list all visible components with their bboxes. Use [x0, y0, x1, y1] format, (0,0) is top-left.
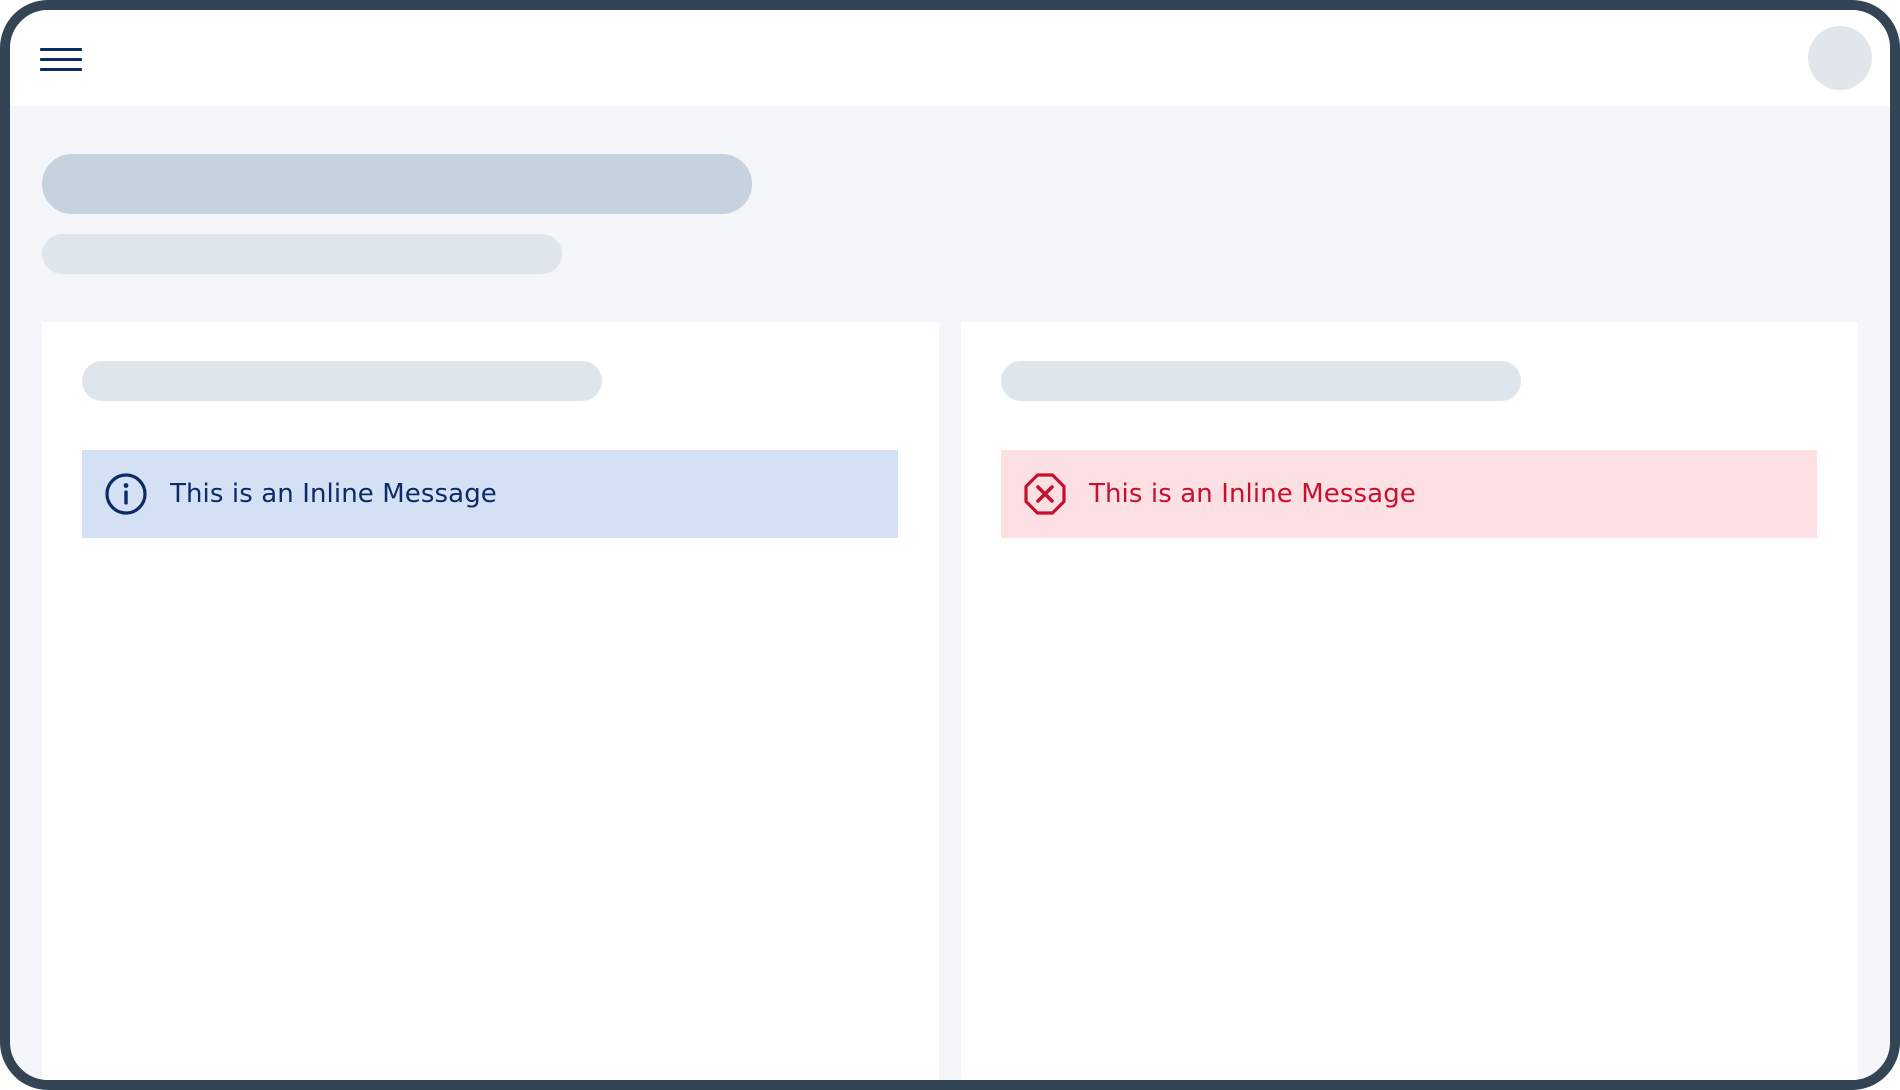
page-subtitle-skeleton [42, 234, 562, 274]
card-title-skeleton [82, 361, 602, 401]
avatar[interactable] [1808, 26, 1872, 90]
inline-message-error: This is an Inline Message [1001, 450, 1817, 538]
content-card-info: This is an Inline Message [42, 322, 939, 1080]
content-card-error: This is an Inline Message [961, 322, 1858, 1080]
card-title-skeleton [1001, 361, 1521, 401]
info-circle-icon [105, 473, 147, 515]
page-title-skeleton [42, 154, 752, 214]
top-app-bar [10, 10, 1890, 106]
inline-message-text: This is an Inline Message [170, 479, 497, 509]
hamburger-menu-icon[interactable] [40, 46, 82, 74]
inline-message-info: This is an Inline Message [82, 450, 898, 538]
error-octagon-icon [1024, 473, 1066, 515]
device-frame: This is an Inline Message This is an Inl… [0, 0, 1900, 1090]
inline-message-text: This is an Inline Message [1089, 479, 1416, 509]
